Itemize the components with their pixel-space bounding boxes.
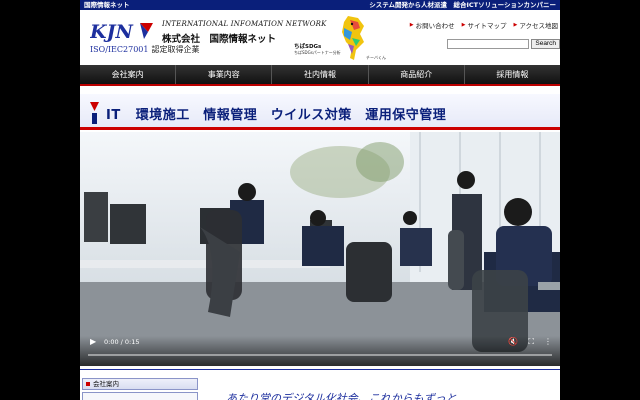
search-button[interactable]: Search <box>531 39 560 49</box>
sdgs-mascot-name: チーバくん <box>366 55 386 60</box>
video-progress-track[interactable] <box>88 354 552 356</box>
svg-text:KJN: KJN <box>90 21 134 42</box>
fullscreen-icon[interactable]: ⛶ <box>528 337 534 347</box>
contact-link[interactable]: ▶ お問い合わせ <box>410 20 455 30</box>
top-strip: 国際情報ネット システム開発から人材派遣 総合ICTソリューションカンパニー <box>80 0 560 10</box>
sidebar-item-next[interactable] <box>82 392 198 400</box>
top-strip-tagline: システム開発から人材派遣 総合ICTソリューションカンパニー <box>369 1 556 9</box>
lead-copy: あたり堂のデジタル化社会、これからもずっと <box>226 392 457 400</box>
top-strip-left: 国際情報ネット <box>84 1 130 9</box>
service-banner: IT 環境施工 情報管理 ウイルス対策 運用保守管理 <box>80 94 560 130</box>
sidebar-item-label: 会社案内 <box>93 380 119 388</box>
sitemap-label: サイトマップ <box>467 22 507 30</box>
office-scene-image <box>80 132 560 366</box>
video-controls-bar <box>80 336 560 366</box>
access-map-label: アクセス地図 <box>519 22 558 30</box>
sitemap-link[interactable]: ▶ サイトマップ <box>462 20 507 30</box>
iso-suffix: 認定取得企業 <box>151 45 200 54</box>
iso-certification: ISO/IEC27001 認定取得企業 <box>90 44 199 55</box>
nav-item-internal-info[interactable]: 社内情報 <box>271 65 367 84</box>
video-control-icons: 🔇 ⛶ ⋮ <box>508 337 552 347</box>
utility-nav: ▶ お問い合わせ ▶ サイトマップ ▶ アクセス地図 <box>410 20 558 30</box>
company-name: 株式会社 国際情報ネット <box>162 34 277 45</box>
nav-item-recruit[interactable]: 採用情報 <box>463 65 560 84</box>
sdgs-subtitle: ちばSDGsパートナー分析 <box>294 50 341 55</box>
video-time: 0:00 / 0:15 <box>104 338 140 346</box>
search-input[interactable] <box>447 39 530 49</box>
arrow-right-icon: ▶ <box>409 22 414 28</box>
sidebar-item-company[interactable]: 会社案内 <box>82 378 198 390</box>
contact-label: お問い合わせ <box>415 22 455 30</box>
section-divider <box>80 366 560 370</box>
bullet-icon <box>86 382 90 386</box>
promo-video[interactable]: ▶ 0:00 / 0:15 🔇 ⛶ ⋮ <box>80 132 560 366</box>
banner-text: IT 環境施工 情報管理 ウイルス対策 運用保守管理 <box>106 108 447 123</box>
nav-item-business[interactable]: 事業内容 <box>175 65 271 84</box>
more-options-icon[interactable]: ⋮ <box>544 337 552 347</box>
banner-mark-icon <box>90 102 99 124</box>
arrow-right-icon: ▶ <box>461 22 466 28</box>
play-icon[interactable]: ▶ <box>90 337 96 346</box>
page: 国際情報ネット システム開発から人材派遣 総合ICTソリューションカンパニー K… <box>80 0 560 400</box>
iso-label: ISO/IEC27001 <box>90 45 149 54</box>
nav-item-products[interactable]: 商品紹介 <box>367 65 464 84</box>
nav-item-company[interactable]: 会社案内 <box>80 65 175 84</box>
access-map-link[interactable]: ▶ アクセス地図 <box>513 20 558 30</box>
sdgs-title: ちばSDGs <box>294 44 322 50</box>
arrow-right-icon: ▶ <box>513 22 518 28</box>
chiba-sdgs-badge[interactable]: ちばSDGs ちばSDGsパートナー分析 チーバくん <box>294 14 388 64</box>
company-logo[interactable]: KJN <box>90 20 154 42</box>
mute-icon[interactable]: 🔇 <box>508 337 518 347</box>
main-nav: 会社案内 事業内容 社内情報 商品紹介 採用情報 <box>80 65 560 86</box>
site-search: Search <box>447 39 560 49</box>
